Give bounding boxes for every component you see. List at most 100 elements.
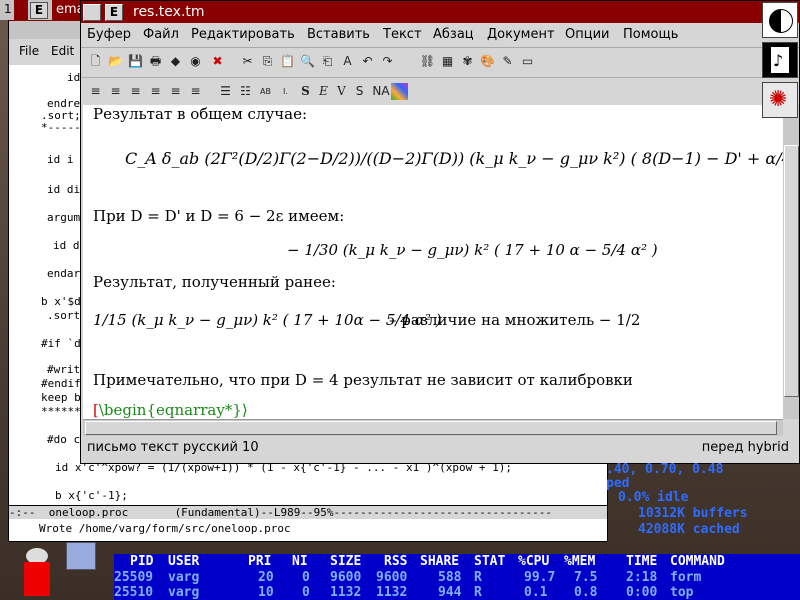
align-right-icon[interactable]: ≡ xyxy=(127,83,144,100)
cell-command: top xyxy=(670,585,694,600)
modeline-text: -:-- oneloop.proc (Fundamental)--L989--9… xyxy=(9,506,553,519)
cell-rss: 9600 xyxy=(376,570,408,585)
menu-file[interactable]: Файл xyxy=(143,27,179,42)
paste-icon[interactable]: 📋 xyxy=(279,53,296,70)
cell-mem: 7.5 xyxy=(574,570,598,585)
horizontal-scroll-thumb[interactable] xyxy=(85,421,777,435)
close-icon[interactable]: ✖ xyxy=(209,53,226,70)
outdent-icon[interactable]: ≡ xyxy=(187,83,204,100)
description-icon[interactable]: AB xyxy=(257,83,274,100)
doc-latex-cursor-line[interactable]: [\begin{eqnarray*}⟩ xyxy=(93,401,248,419)
emacs-menu-edit[interactable]: Edit xyxy=(51,44,74,58)
style-variable-button[interactable]: V xyxy=(333,83,350,100)
link-icon[interactable]: ⛓ xyxy=(419,53,436,70)
export-icon[interactable]: ◆ xyxy=(167,53,184,70)
vertical-scroll-thumb[interactable] xyxy=(784,145,799,397)
menu-help[interactable]: Помощь xyxy=(623,27,678,42)
network-icon[interactable] xyxy=(66,542,96,570)
cell-time: 2:18 xyxy=(626,570,658,585)
stat-ped: ped xyxy=(606,476,630,491)
align-left-icon[interactable]: ≡ xyxy=(87,83,104,100)
replace-icon[interactable]: ⎗ xyxy=(319,53,336,70)
code-line: id di xyxy=(47,183,81,196)
yin-yang-icon[interactable] xyxy=(762,2,798,38)
enumerate-icon[interactable]: ☷ xyxy=(237,83,254,100)
document-horizontal-scrollbar[interactable] xyxy=(83,419,783,436)
emacs-echo-area[interactable]: Wrote /home/varg/form/src/oneloop.proc xyxy=(9,519,607,539)
load-average: .40, 0.70, 0.48 xyxy=(606,462,724,477)
cell-ni: 0 xyxy=(302,570,310,585)
pen-icon[interactable]: ✎ xyxy=(499,53,516,70)
align-center-icon[interactable]: ≡ xyxy=(107,83,124,100)
menu-text[interactable]: Текст xyxy=(383,27,422,42)
music-note-icon[interactable]: ♪ xyxy=(762,42,798,78)
code-line: endar xyxy=(47,267,81,280)
col-pri: PRI xyxy=(248,554,272,569)
style-emphasis-button[interactable]: E xyxy=(315,83,332,100)
style-sans-button[interactable]: S xyxy=(351,83,368,100)
code-line: #endif xyxy=(41,377,81,390)
cell-cpu: 0.1 xyxy=(524,585,548,600)
code-line: argum xyxy=(47,211,81,224)
save-icon[interactable]: 💾 xyxy=(127,53,144,70)
window-menu-button[interactable] xyxy=(83,4,101,21)
find-icon[interactable]: 🔍 xyxy=(299,53,316,70)
undo-icon[interactable]: ↶ xyxy=(359,53,376,70)
doc-equation-note: – различие на множитель − 1/2 xyxy=(389,311,641,329)
code-line: ****** xyxy=(41,405,81,418)
emacs-menu-file[interactable]: File xyxy=(19,44,39,58)
table-row[interactable]: 25509 varg 20 0 9600 9600 588 R 99.7 7.5… xyxy=(114,570,800,585)
menu-document[interactable]: Документ xyxy=(487,27,555,42)
jester-icon[interactable] xyxy=(22,548,52,598)
cell-size: 9600 xyxy=(330,570,362,585)
style-strong-button[interactable]: S xyxy=(297,83,314,100)
emacs-modeline: -:-- oneloop.proc (Fundamental)--L989--9… xyxy=(9,505,607,520)
document-vertical-scrollbar[interactable] xyxy=(783,105,799,419)
emacs-e-button[interactable]: E xyxy=(30,2,48,19)
document-canvas[interactable]: Результат в общем случае: C_A δ_ab (2Γ²(… xyxy=(83,105,783,419)
code-line: .sort xyxy=(47,309,81,322)
table-row[interactable]: 25510 varg 10 0 1132 1132 944 R 0.1 0.8 … xyxy=(114,585,800,600)
justify-icon[interactable]: ≡ xyxy=(147,83,164,100)
texmacs-window[interactable]: E res.tex.tm Буфер Файл Редактировать Вс… xyxy=(80,0,800,464)
image-icon[interactable]: ✾ xyxy=(459,53,476,70)
col-stat: STAT xyxy=(474,554,506,569)
numbered-icon[interactable]: I. xyxy=(277,83,294,100)
doc-equation-general: C_A δ_ab (2Γ²(D/2)Γ(2−D/2))/((D−2)Γ(D)) … xyxy=(125,149,783,168)
style-name-button[interactable]: NA xyxy=(369,83,393,100)
menu-paragraph[interactable]: Абзац xyxy=(433,27,474,42)
itemize-icon[interactable]: ☰ xyxy=(217,83,234,100)
palette-icon[interactable]: 🎨 xyxy=(479,53,496,70)
menu-buffer[interactable]: Буфер xyxy=(87,27,131,42)
cell-share: 588 xyxy=(438,570,462,585)
monitor-icon[interactable]: ▭ xyxy=(519,53,536,70)
cell-size: 1132 xyxy=(330,585,362,600)
office-app-icon[interactable]: ✺ xyxy=(762,82,798,118)
redo-icon[interactable]: ↷ xyxy=(379,53,396,70)
cell-time: 0:00 xyxy=(626,585,658,600)
mem-cached: 42088K cached xyxy=(638,522,740,537)
process-table-header: PID USER PRI NI SIZE RSS SHARE STAT %CPU… xyxy=(114,554,800,570)
cut-icon[interactable]: ✂ xyxy=(239,53,256,70)
doc-paragraph-gauge: Примечательно, что при D = 4 результат н… xyxy=(93,371,633,389)
table-icon[interactable]: ▦ xyxy=(439,53,456,70)
menu-edit[interactable]: Редактировать xyxy=(191,27,295,42)
spell-icon[interactable]: A xyxy=(339,53,356,70)
globe-icon[interactable]: ◉ xyxy=(187,53,204,70)
code-line: keep b xyxy=(41,391,81,404)
cell-pri: 20 xyxy=(258,570,274,585)
color-icon[interactable] xyxy=(391,83,408,100)
texmacs-title-bar[interactable]: E res.tex.tm xyxy=(81,1,799,23)
workspace-number[interactable]: 1 xyxy=(4,2,12,16)
copy-icon[interactable]: ⎘ xyxy=(259,53,276,70)
print-icon[interactable]: 🖶 xyxy=(147,53,164,70)
texmacs-e-button[interactable]: E xyxy=(105,4,123,21)
open-file-icon[interactable]: 📂 xyxy=(107,53,124,70)
cell-ni: 0 xyxy=(302,585,310,600)
menu-insert[interactable]: Вставить xyxy=(307,27,370,42)
indent-icon[interactable]: ≡ xyxy=(167,83,184,100)
code-line: #if `d xyxy=(41,337,81,350)
col-command: COMMAND xyxy=(670,554,725,569)
new-file-icon[interactable]: 🗋 xyxy=(87,53,104,70)
menu-options[interactable]: Опции xyxy=(565,27,609,42)
